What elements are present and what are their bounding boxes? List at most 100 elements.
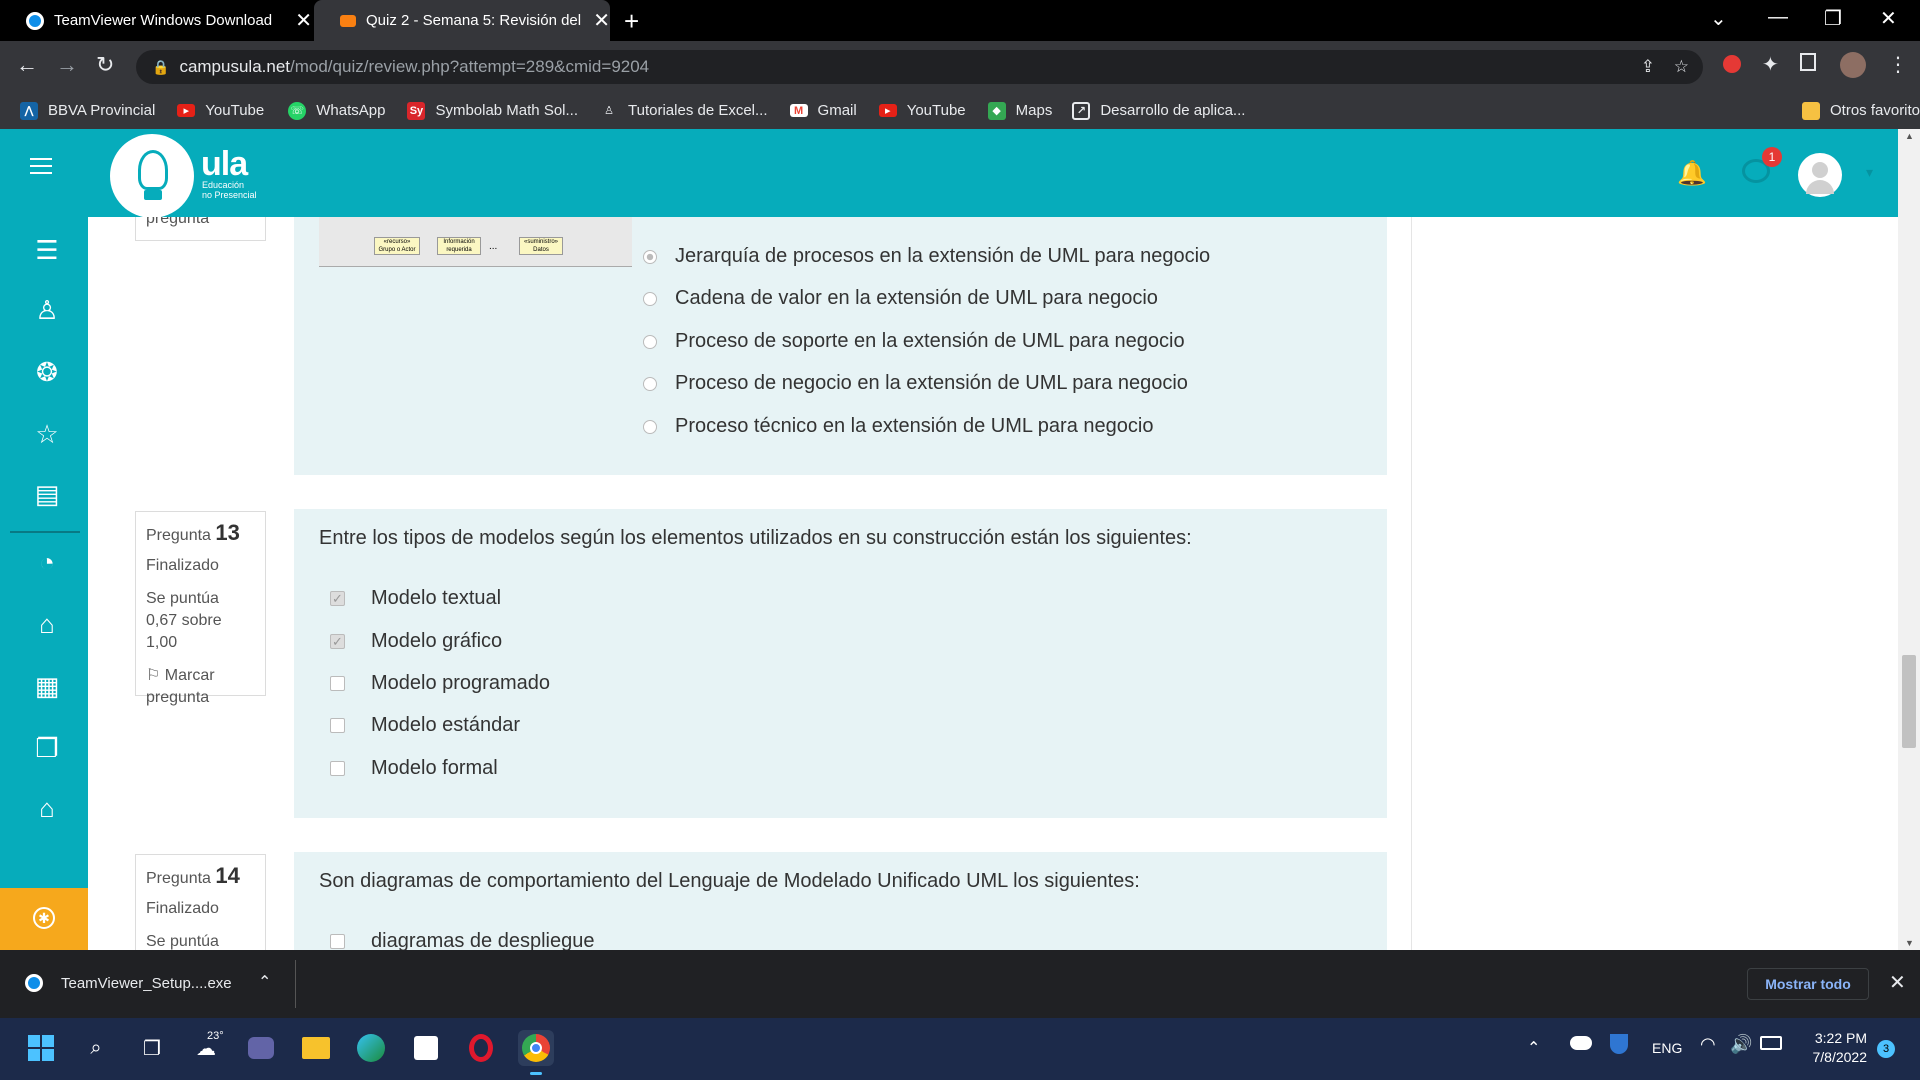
menu-kebab-icon[interactable]: ⋮	[1888, 52, 1908, 77]
back-icon[interactable]: ←	[16, 52, 38, 78]
bookmark-whatsapp[interactable]: ☏ WhatsApp	[288, 101, 385, 120]
forward-icon[interactable]: →	[56, 52, 78, 78]
scroll-down-icon[interactable]: ▼	[1905, 938, 1914, 948]
close-tab-icon[interactable]: ✕	[295, 11, 312, 31]
extensions-puzzle-icon[interactable]: ✦	[1762, 52, 1779, 77]
windows-start-icon[interactable]	[23, 1030, 59, 1066]
opera-icon[interactable]	[463, 1030, 499, 1066]
flag-label: Marcar	[164, 667, 215, 684]
bookmark-bbva[interactable]: ⋀ BBVA Provincial	[20, 101, 155, 120]
battery-icon[interactable]	[1760, 1036, 1782, 1050]
file-explorer-icon[interactable]	[298, 1030, 334, 1066]
bookmark-desarrollo[interactable]: ↗ Desarrollo de aplica...	[1072, 101, 1245, 120]
q14-option-1[interactable]: diagramas de despliegue	[330, 930, 595, 950]
bookmark-excel[interactable]: ♙ Tutoriales de Excel...	[600, 102, 767, 120]
close-tab-icon[interactable]: ✕	[593, 11, 610, 31]
checkbox[interactable]	[330, 718, 345, 733]
other-bookmarks-folder[interactable]: Otros favoritos	[1802, 101, 1920, 120]
radio[interactable]	[643, 419, 657, 434]
q12-option-1[interactable]: Jerarquía de procesos en la extensión de…	[643, 245, 1210, 268]
close-downloads-icon[interactable]: ✕	[1889, 970, 1906, 995]
checkbox-checked[interactable]: ✓	[330, 634, 345, 649]
url-bar[interactable]: 🔒 campusula.net /mod/quiz/review.php?att…	[136, 50, 1703, 84]
new-tab-button[interactable]: +	[624, 6, 639, 37]
star-icon[interactable]: ☆	[30, 417, 64, 451]
minimize-button[interactable]: —	[1768, 6, 1788, 29]
ula-logo-icon[interactable]	[110, 134, 194, 218]
show-all-downloads-button[interactable]: Mostrar todo	[1747, 968, 1869, 1000]
flag-label[interactable]: pregunta	[146, 217, 255, 230]
onedrive-icon[interactable]	[1570, 1036, 1592, 1050]
q12-option-5[interactable]: Proceso técnico en la extensión de UML p…	[643, 415, 1153, 438]
edge-icon[interactable]	[353, 1030, 389, 1066]
checkbox[interactable]	[330, 761, 345, 776]
teamviewer-favicon-icon	[26, 11, 44, 30]
chrome-icon[interactable]	[518, 1030, 554, 1066]
grades-book-icon[interactable]: ▤	[30, 477, 64, 511]
q12-option-2[interactable]: Cadena de valor en la extensión de UML p…	[643, 287, 1158, 310]
security-shield-icon[interactable]	[1610, 1034, 1628, 1054]
restore-button[interactable]: ❐	[1824, 6, 1842, 31]
reload-icon[interactable]: ↻	[96, 52, 114, 78]
hamburger-menu-icon[interactable]	[30, 158, 52, 174]
volume-icon[interactable]: 🔊	[1730, 1034, 1752, 1055]
radio[interactable]	[643, 291, 657, 306]
notification-badge: 1	[1762, 147, 1782, 167]
radio[interactable]	[643, 376, 657, 391]
store-icon[interactable]	[408, 1030, 444, 1066]
radio[interactable]	[643, 334, 657, 349]
tab-teamviewer[interactable]: TeamViewer Windows Download ✕	[0, 0, 312, 41]
flag-question-link[interactable]: ⚐ Marcar	[146, 665, 255, 687]
bookmark-youtube[interactable]: ▸ YouTube	[177, 102, 264, 119]
scroll-up-icon[interactable]: ▲	[1905, 131, 1914, 141]
q13-option-3[interactable]: Modelo programado	[330, 672, 550, 695]
q12-option-4[interactable]: Proceso de negocio en la extensión de UM…	[643, 372, 1188, 395]
tab-quiz[interactable]: Quiz 2 - Semana 5: Revisión del i ✕	[314, 0, 610, 41]
scrollbar-thumb[interactable]	[1902, 655, 1916, 748]
extension-adblock-icon[interactable]	[1723, 55, 1741, 73]
q13-option-2[interactable]: ✓ Modelo gráfico	[330, 630, 502, 653]
language-indicator[interactable]: ENG	[1652, 1040, 1682, 1056]
accessibility-button[interactable]: ✱	[0, 888, 88, 950]
tray-chevron-icon[interactable]: ⌃	[1527, 1038, 1540, 1058]
checkbox[interactable]	[330, 934, 345, 949]
bookmark-youtube-2[interactable]: ▸ YouTube	[878, 102, 966, 119]
side-panel-icon[interactable]	[1800, 53, 1816, 71]
chevron-up-icon[interactable]: ⌃	[258, 972, 271, 992]
download-filename[interactable]: TeamViewer_Setup....exe	[61, 975, 232, 992]
q12-option-3[interactable]: Proceso de soporte en la extensión de UM…	[643, 330, 1185, 353]
bookmark-gmail[interactable]: M Gmail	[789, 102, 857, 119]
checkbox-checked[interactable]: ✓	[330, 591, 345, 606]
badges-icon[interactable]: ❂	[30, 355, 64, 389]
task-view-icon[interactable]: ❐	[134, 1030, 170, 1066]
close-window-button[interactable]: ✕	[1880, 6, 1897, 31]
bookmark-symbolab[interactable]: Sy Symbolab Math Sol...	[407, 101, 578, 120]
list-icon[interactable]: ☰	[30, 233, 64, 267]
bookmark-star-icon[interactable]: ☆	[1674, 57, 1689, 77]
wifi-icon[interactable]: ◠	[1700, 1034, 1716, 1055]
clock[interactable]: 3:22 PM 7/8/2022	[1805, 1029, 1868, 1067]
participants-icon[interactable]: ♙	[30, 293, 64, 327]
files-icon[interactable]: ❐	[30, 731, 64, 765]
notification-count-badge[interactable]: 3	[1877, 1040, 1895, 1058]
diagram-node: Información requerida	[437, 237, 481, 255]
calendar-icon[interactable]: ▦	[30, 669, 64, 703]
search-icon[interactable]: ⌕	[78, 1030, 114, 1066]
q13-option-1[interactable]: ✓ Modelo textual	[330, 587, 501, 610]
page-scrollbar[interactable]: ▲ ▼	[1898, 129, 1920, 950]
checkbox[interactable]	[330, 676, 345, 691]
tab-search-icon[interactable]: ⌄	[1710, 6, 1727, 31]
share-icon[interactable]: ⇪	[1641, 57, 1655, 77]
user-avatar[interactable]	[1798, 153, 1842, 197]
teams-chat-icon[interactable]	[243, 1030, 279, 1066]
dashboard-icon[interactable]: ◔	[30, 545, 64, 579]
q13-option-4[interactable]: Modelo estándar	[330, 714, 520, 737]
bookmark-maps[interactable]: ◆ Maps	[987, 101, 1052, 120]
user-menu-chevron-icon[interactable]: ▾	[1866, 164, 1873, 181]
home-icon[interactable]: ⌂	[30, 607, 64, 641]
profile-avatar[interactable]	[1840, 52, 1866, 78]
radio-selected[interactable]	[643, 249, 657, 264]
graduation-cap-icon[interactable]: ⌂	[30, 791, 64, 825]
q13-option-5[interactable]: Modelo formal	[330, 757, 498, 780]
bell-icon[interactable]: 🔔	[1677, 159, 1707, 188]
